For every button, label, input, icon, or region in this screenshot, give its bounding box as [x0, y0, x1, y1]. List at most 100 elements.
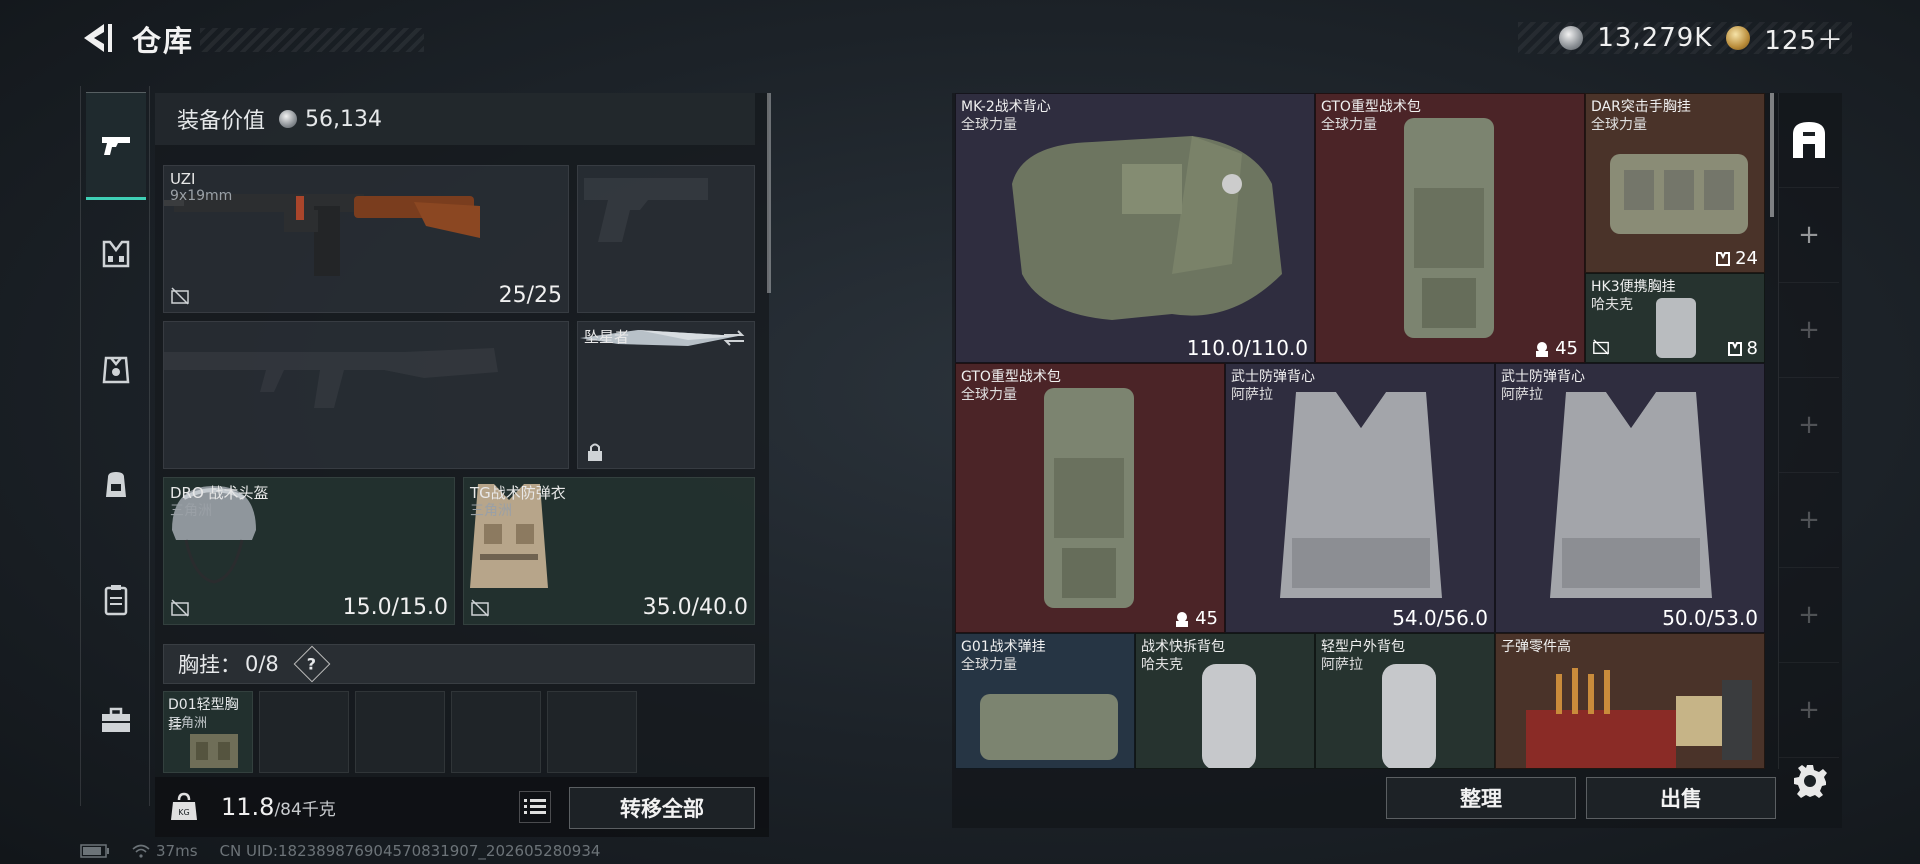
- backpack-icon: [106, 472, 126, 497]
- backpack-image: [1044, 388, 1134, 608]
- stash-item[interactable]: MK-2战术背心 全球力量 110.0/110.0: [955, 93, 1315, 363]
- item-durability: 50.0/53.0: [1662, 606, 1758, 630]
- weight-bar: KG 11.8/84千克 转移全部: [155, 777, 769, 837]
- armor-icon: [102, 356, 130, 384]
- backpack-image: [1382, 664, 1436, 768]
- svg-text:KG: KG: [178, 808, 189, 817]
- stash-item[interactable]: 战术快拆背包 哈夫克: [1135, 633, 1315, 769]
- item-count: 45: [1533, 338, 1578, 359]
- user-uid: CN UID:18238987690457083190​7_2026052809…: [219, 842, 601, 860]
- stash-scrollbar[interactable]: [1770, 93, 1774, 217]
- stash-item[interactable]: GTO重型战术包 全球力量 45: [1315, 93, 1585, 363]
- ping-readout: 37ms: [156, 842, 198, 860]
- back-arrow-icon: [84, 24, 112, 52]
- toolbox-icon: [102, 707, 130, 732]
- tab-backpack[interactable]: [86, 431, 146, 539]
- add-stash-page-button[interactable]: +: [1779, 283, 1839, 378]
- rig-slots-icon: [1727, 341, 1742, 356]
- helmet-durability: 15.0/15.0: [342, 595, 448, 620]
- equip-value: 56,134: [305, 106, 382, 132]
- no-insure-icon: [1593, 339, 1609, 355]
- vest-image: [1012, 136, 1282, 320]
- tab-weapons[interactable]: [86, 92, 146, 200]
- stash-item[interactable]: GTO重型战术包 全球力量 45: [955, 363, 1225, 633]
- item-name: G01战术弹挂: [961, 639, 1046, 655]
- item-capacity: 45: [1195, 608, 1218, 629]
- list-icon: [524, 799, 546, 814]
- chest-rig-item[interactable]: D01轻型胸挂 三角洲: [163, 691, 253, 773]
- stash-item[interactable]: 子弹零件高: [1495, 633, 1765, 769]
- swap-icon[interactable]: [722, 328, 746, 348]
- page-title: 仓库: [132, 24, 195, 58]
- weight-current: 11.8: [221, 793, 275, 821]
- pistol-silhouette: [584, 178, 708, 242]
- add-stash-page-button[interactable]: +: [1779, 663, 1839, 758]
- armor-durability: 35.0/40.0: [642, 595, 748, 620]
- item-slots: 24: [1735, 248, 1758, 269]
- primary-weapon-slot[interactable]: UZI 9x19mm 25/25: [163, 165, 569, 313]
- list-view-button[interactable]: [519, 791, 551, 823]
- tab-toolbox[interactable]: [86, 666, 146, 774]
- add-stash-page-button[interactable]: +: [1779, 568, 1839, 663]
- item-maker: 阿萨拉: [1321, 657, 1363, 673]
- stash-item[interactable]: 轻型户外背包 阿萨拉: [1315, 633, 1495, 769]
- stash-item[interactable]: 武士防弹背心 阿萨拉 54.0/56.0: [1225, 363, 1495, 633]
- vest-image: [1280, 392, 1442, 598]
- transfer-all-button[interactable]: 转移全部: [569, 787, 755, 829]
- armor-slot[interactable]: TG战术防弹衣 三角洲 35.0/40.0: [463, 477, 755, 625]
- stash-panel: MK-2战术背心 全球力量 110.0/110.0 GTO重型战术包 全球力量 …: [952, 93, 1842, 828]
- rig-image: [190, 734, 238, 768]
- equip-value-label: 装备价值: [177, 109, 266, 134]
- stash-item[interactable]: 武士防弹背心 阿萨拉 50.0/53.0: [1495, 363, 1765, 633]
- tab-armor[interactable]: [86, 316, 146, 424]
- item-maker: 全球力量: [1321, 117, 1377, 133]
- rig-pocket-slot[interactable]: [451, 691, 541, 773]
- stash-page-main[interactable]: [1779, 93, 1839, 188]
- status-line: 37ms CN UID:18238987690457083190​7_20260…: [80, 842, 600, 860]
- rig-pocket-slot[interactable]: [547, 691, 637, 773]
- sell-button[interactable]: 出售: [1586, 777, 1776, 819]
- settings-gear-icon[interactable]: [1792, 763, 1828, 799]
- add-stash-page-button[interactable]: +: [1779, 378, 1839, 473]
- rig-slots-icon: [1716, 251, 1731, 266]
- tab-case[interactable]: [86, 546, 146, 654]
- rig-pocket-slot[interactable]: [259, 691, 349, 773]
- weapon-caliber: 9x19mm: [170, 188, 233, 204]
- add-stash-page-button[interactable]: +: [1779, 188, 1839, 283]
- weight-readout: 11.8/84千克: [221, 793, 336, 821]
- organize-button[interactable]: 整理: [1386, 777, 1576, 819]
- wifi-icon: [132, 844, 150, 858]
- item-maker: 全球力量: [1591, 117, 1647, 133]
- stash-item[interactable]: DAR突击手胸挂 全球力量 24: [1585, 93, 1765, 273]
- item-name: 轻型户外背包: [1321, 639, 1405, 655]
- stash-icon: [1793, 122, 1825, 158]
- backpack-image: [1202, 664, 1256, 768]
- category-tabs: [80, 86, 150, 806]
- tab-chest-rig[interactable]: [86, 200, 146, 308]
- rifle-silhouette: [164, 348, 498, 408]
- silver-amount: 13,279K: [1597, 23, 1713, 53]
- gold-amount[interactable]: 125＋: [1764, 20, 1844, 57]
- rig-image: [1656, 298, 1696, 358]
- stash-item[interactable]: HK3便携胸挂 哈夫克 8: [1585, 273, 1765, 363]
- stash-item[interactable]: G01战术弹挂 全球力量: [955, 633, 1135, 769]
- rig-image: [980, 694, 1118, 760]
- loadout-scrollbar[interactable]: [767, 93, 771, 293]
- ammo-box-image: [1526, 668, 1752, 768]
- helmet-slot[interactable]: DRO 战术头盔 三角洲 15.0/15.0: [163, 477, 455, 625]
- back-button[interactable]: [78, 20, 114, 56]
- case-icon: [104, 585, 128, 616]
- secondary-primary-slot[interactable]: [163, 321, 569, 469]
- item-slots: 8: [1746, 338, 1758, 359]
- helmet-maker: 三角洲: [170, 503, 212, 519]
- no-insure-icon: [171, 287, 189, 305]
- chest-rig-capacity: 0/8: [245, 652, 279, 676]
- secondary-weapon-slot[interactable]: [577, 165, 755, 313]
- gold-coin-icon: [1726, 26, 1751, 50]
- rig-pocket-slot[interactable]: [355, 691, 445, 773]
- no-insure-icon: [471, 599, 489, 617]
- weight-max: /84千克: [274, 800, 336, 820]
- add-stash-page-button[interactable]: +: [1779, 473, 1839, 568]
- melee-slot[interactable]: 坠星者: [577, 321, 755, 469]
- help-button[interactable]: ?: [293, 645, 331, 683]
